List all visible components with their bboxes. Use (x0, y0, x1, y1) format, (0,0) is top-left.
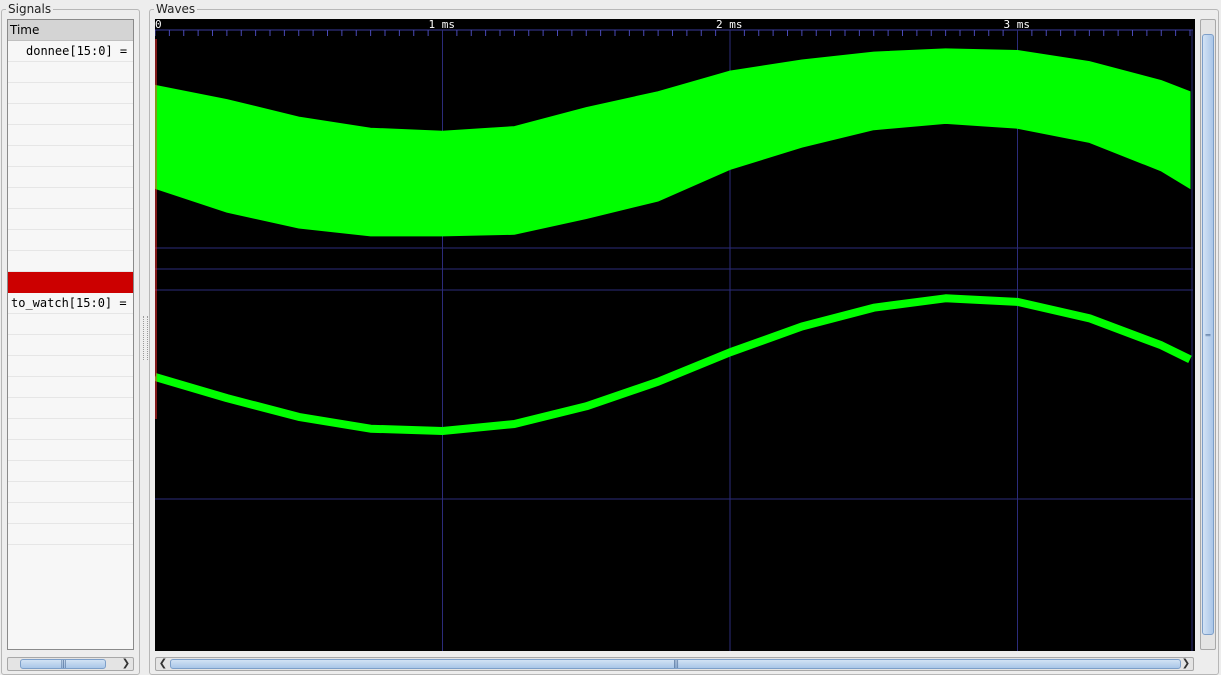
grip-icon: = (1204, 330, 1212, 339)
scroll-down-arrow-icon[interactable] (1201, 636, 1215, 648)
panel-splitter-handle[interactable] (143, 316, 148, 360)
signal-row[interactable] (8, 167, 133, 188)
signal-row[interactable] (8, 314, 133, 335)
grip-icon: ||| (60, 659, 66, 668)
signal-row[interactable] (8, 356, 133, 377)
waves-vertical-scroll-thumb[interactable]: = (1202, 34, 1214, 635)
scroll-right-arrow-icon[interactable]: ❯ (120, 658, 132, 670)
time-header: Time (8, 20, 133, 41)
waves-scroll-thumb[interactable]: ||| (170, 659, 1181, 669)
signal-row[interactable] (8, 398, 133, 419)
signal-row[interactable] (8, 62, 133, 83)
waves-panel-title: Waves (154, 1, 198, 17)
signal-row[interactable] (8, 230, 133, 251)
signals-horizontal-scrollbar[interactable]: ||| ❯ (7, 657, 134, 671)
grip-icon: ||| (672, 659, 679, 668)
signal-row[interactable] (8, 482, 133, 503)
signal-row[interactable] (8, 524, 133, 545)
scroll-left-arrow-icon[interactable]: ❮ (157, 658, 169, 670)
signal-row[interactable] (8, 104, 133, 125)
signal-row[interactable] (8, 188, 133, 209)
signal-row[interactable] (8, 335, 133, 356)
to-watch-waveform[interactable] (155, 294, 1192, 435)
waveform-svg: 0 1 ms 2 ms 3 ms (155, 19, 1193, 651)
waves-horizontal-scrollbar[interactable]: ❮ ||| ❯ (155, 657, 1194, 671)
signal-row[interactable] (8, 440, 133, 461)
signal-row[interactable] (8, 209, 133, 230)
signals-panel-title: Signals (6, 1, 54, 17)
signal-row[interactable] (8, 125, 133, 146)
signal-row-marker[interactable] (8, 272, 133, 293)
signal-row[interactable] (8, 419, 133, 440)
time-tick-label: 0 (155, 19, 162, 31)
waves-vertical-scrollbar[interactable]: = (1200, 19, 1216, 650)
scroll-right-arrow-icon[interactable]: ❯ (1180, 658, 1192, 670)
signal-list[interactable]: Time donnee[15:0] = to_watch[15:0] = (7, 19, 134, 650)
waveform-canvas[interactable]: 0 1 ms 2 ms 3 ms (155, 19, 1195, 651)
time-tick-label: 1 ms (429, 19, 456, 31)
signal-row[interactable] (8, 146, 133, 167)
donnee-waveform[interactable] (155, 48, 1191, 237)
signal-row[interactable] (8, 503, 133, 524)
signal-row[interactable]: to_watch[15:0] = (8, 293, 133, 314)
signals-scroll-thumb[interactable]: ||| (20, 659, 106, 669)
time-tick-label: 3 ms (1004, 19, 1031, 31)
signal-row[interactable] (8, 377, 133, 398)
signal-row[interactable] (8, 251, 133, 272)
signal-row[interactable] (8, 461, 133, 482)
signal-row[interactable]: donnee[15:0] = (8, 41, 133, 62)
time-tick-label: 2 ms (716, 19, 743, 31)
scroll-up-arrow-icon[interactable] (1201, 21, 1215, 33)
signal-row[interactable] (8, 83, 133, 104)
